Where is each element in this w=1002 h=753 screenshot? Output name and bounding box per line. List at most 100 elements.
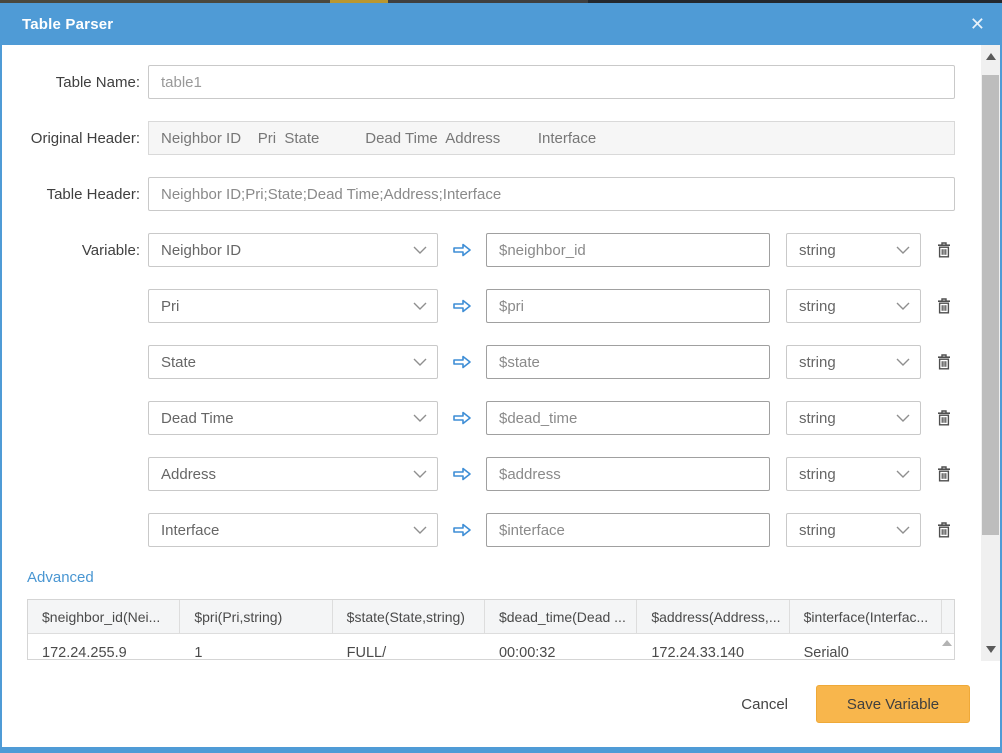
preview-table-header-cell[interactable]: $address(Address,... <box>637 600 789 633</box>
table-cell: 172.24.255.9 <box>28 634 180 660</box>
variable-name-input[interactable] <box>486 289 770 323</box>
variable-name-input[interactable] <box>486 513 770 547</box>
chevron-down-icon <box>896 414 910 422</box>
table-header-input[interactable] <box>148 177 955 211</box>
dialog-titlebar: Table Parser ✕ <box>2 3 1000 45</box>
arrow-right-icon <box>450 353 474 371</box>
scroll-down-icon[interactable] <box>986 646 996 653</box>
dialog-content: Table Name: Original Header: Neighbor ID… <box>2 45 1000 661</box>
table-parser-dialog: Table Parser ✕ Table Name: Original Head… <box>0 3 1002 753</box>
column-select-value: Address <box>161 466 216 483</box>
preview-table-scroll-gutter <box>942 600 954 633</box>
variable-row: State string <box>27 345 955 379</box>
save-variable-button[interactable]: Save Variable <box>816 685 970 723</box>
arrow-right-icon <box>450 465 474 483</box>
table-row: 172.24.255.9 1 FULL/ 00:00:32 172.24.33.… <box>28 634 954 660</box>
type-select-value: string <box>799 466 836 483</box>
preview-table-header-row: $neighbor_id(Nei... $pri(Pri,string) $st… <box>28 600 954 634</box>
arrow-right-icon <box>450 521 474 539</box>
dialog-title: Table Parser <box>22 16 113 33</box>
variable-row: Interface string <box>27 513 955 547</box>
chevron-down-icon <box>896 526 910 534</box>
type-select[interactable]: string <box>786 401 921 435</box>
trash-icon[interactable] <box>933 353 955 371</box>
table-cell: 1 <box>180 634 332 660</box>
scroll-up-icon[interactable] <box>942 640 952 646</box>
original-header-row: Original Header: Neighbor ID Pri State D… <box>27 121 955 155</box>
scrollbar-thumb[interactable] <box>982 75 999 535</box>
column-select[interactable]: Address <box>148 457 438 491</box>
type-select-value: string <box>799 522 836 539</box>
type-select[interactable]: string <box>786 345 921 379</box>
chevron-down-icon <box>413 414 427 422</box>
trash-icon[interactable] <box>933 409 955 427</box>
preview-table-scrollbar[interactable] <box>942 634 954 660</box>
arrow-right-icon <box>450 297 474 315</box>
type-select-value: string <box>799 242 836 259</box>
chevron-down-icon <box>413 470 427 478</box>
variable-row: Dead Time string <box>27 401 955 435</box>
column-select[interactable]: State <box>148 345 438 379</box>
type-select[interactable]: string <box>786 457 921 491</box>
table-cell: FULL/ <box>333 634 485 660</box>
trash-icon[interactable] <box>933 297 955 315</box>
chevron-down-icon <box>896 302 910 310</box>
trash-icon[interactable] <box>933 465 955 483</box>
table-cell: 00:00:32 <box>485 634 637 660</box>
variable-label: Variable: <box>27 242 140 259</box>
chevron-down-icon <box>413 358 427 366</box>
original-header-value: Neighbor ID Pri State Dead Time Address … <box>148 121 955 155</box>
column-select-value: Dead Time <box>161 410 234 427</box>
column-select[interactable]: Pri <box>148 289 438 323</box>
column-select[interactable]: Interface <box>148 513 438 547</box>
trash-icon[interactable] <box>933 241 955 259</box>
preview-table: $neighbor_id(Nei... $pri(Pri,string) $st… <box>27 599 955 660</box>
scroll-up-icon[interactable] <box>986 53 996 60</box>
column-select-value: Neighbor ID <box>161 242 241 259</box>
chevron-down-icon <box>413 302 427 310</box>
preview-table-header-cell[interactable]: $dead_time(Dead ... <box>485 600 637 633</box>
column-select[interactable]: Neighbor ID <box>148 233 438 267</box>
chevron-down-icon <box>413 526 427 534</box>
chevron-down-icon <box>413 246 427 254</box>
type-select-value: string <box>799 354 836 371</box>
preview-table-header-cell[interactable]: $pri(Pri,string) <box>180 600 332 633</box>
type-select[interactable]: string <box>786 289 921 323</box>
arrow-right-icon <box>450 241 474 259</box>
variable-name-input[interactable] <box>486 401 770 435</box>
variable-name-input[interactable] <box>486 457 770 491</box>
original-header-label: Original Header: <box>27 130 140 147</box>
column-select[interactable]: Dead Time <box>148 401 438 435</box>
table-header-row: Table Header: <box>27 177 955 211</box>
variable-name-input[interactable] <box>486 233 770 267</box>
type-select-value: string <box>799 410 836 427</box>
variable-name-input[interactable] <box>486 345 770 379</box>
arrow-right-icon <box>450 409 474 427</box>
chevron-down-icon <box>896 246 910 254</box>
column-select-value: Interface <box>161 522 219 539</box>
variable-row: Pri string <box>27 289 955 323</box>
type-select-value: string <box>799 298 836 315</box>
table-name-input[interactable] <box>148 65 955 99</box>
type-select[interactable]: string <box>786 233 921 267</box>
close-icon[interactable]: ✕ <box>970 15 985 33</box>
table-cell: Serial0 <box>790 634 942 660</box>
form-area: Table Name: Original Header: Neighbor ID… <box>27 65 955 660</box>
advanced-link[interactable]: Advanced <box>27 569 94 586</box>
dialog-footer: Cancel Save Variable <box>2 661 1000 747</box>
table-header-label: Table Header: <box>27 186 140 203</box>
dialog-scrollbar[interactable] <box>981 45 1000 661</box>
chevron-down-icon <box>896 358 910 366</box>
chevron-down-icon <box>896 470 910 478</box>
type-select[interactable]: string <box>786 513 921 547</box>
preview-table-header-cell[interactable]: $neighbor_id(Nei... <box>28 600 180 633</box>
cancel-button[interactable]: Cancel <box>741 696 788 713</box>
trash-icon[interactable] <box>933 521 955 539</box>
table-name-row: Table Name: <box>27 65 955 99</box>
table-name-label: Table Name: <box>27 74 140 91</box>
column-select-value: State <box>161 354 196 371</box>
table-cell: 172.24.33.140 <box>637 634 789 660</box>
variable-row: Variable: Neighbor ID string <box>27 233 955 267</box>
preview-table-header-cell[interactable]: $state(State,string) <box>333 600 485 633</box>
preview-table-header-cell[interactable]: $interface(Interfac... <box>790 600 942 633</box>
